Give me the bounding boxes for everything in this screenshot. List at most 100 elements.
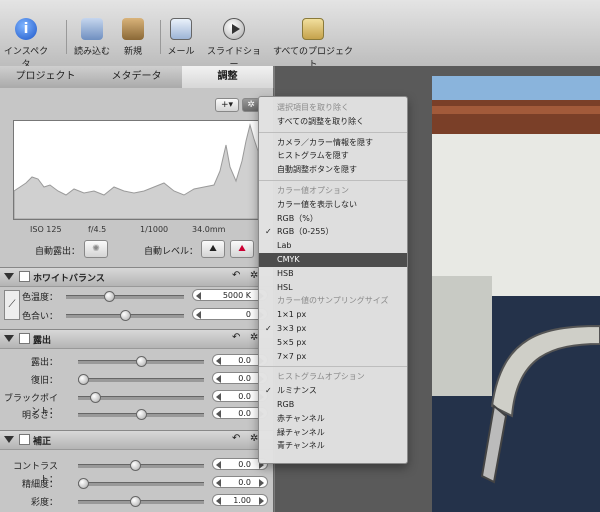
enhance-value-text: 0.0 [238, 460, 251, 469]
disclosure-triangle-icon[interactable] [4, 335, 14, 342]
eyedropper-icon: ⟋ [8, 299, 16, 310]
decrement-arrow-icon[interactable] [216, 461, 221, 469]
white_balance-value-text: 0 [245, 310, 251, 319]
white-balance-title: ホワイトバランス [33, 274, 105, 284]
histogram [13, 120, 259, 220]
white_balance-row-label: 色合い： [22, 312, 59, 322]
exposure-value-text: 0.0 [238, 392, 251, 401]
decrement-arrow-icon[interactable] [196, 311, 201, 319]
menu-item[interactable]: ヒストグラムを隠す [259, 149, 407, 163]
menu-item[interactable]: 緑チャンネル [259, 426, 407, 440]
auto-levels-rgb-button[interactable]: ⛰ [230, 240, 254, 258]
menu-item[interactable]: 赤チャンネル [259, 412, 407, 426]
aperture-icon: ✺ [92, 244, 100, 254]
menu-item: 選択項目を取り除く [259, 101, 407, 115]
new-button[interactable]: 新規 [118, 18, 148, 62]
import-button[interactable]: 読み込む [72, 18, 112, 62]
tab-metadata[interactable]: メタデータ [91, 66, 182, 88]
mail-button[interactable]: メール [166, 18, 196, 62]
exposure-checkbox[interactable] [19, 333, 30, 344]
exposure-slider-knob[interactable] [136, 356, 147, 367]
decrement-arrow-icon[interactable] [216, 375, 221, 383]
enhance-checkbox[interactable] [19, 434, 30, 445]
auto-exposure-button[interactable]: ✺ [84, 240, 108, 258]
disclosure-triangle-icon[interactable] [4, 273, 14, 280]
exposure-row-label: 明るさ： [21, 411, 58, 421]
inspector-button[interactable]: i インスペクタ [0, 18, 52, 70]
white-balance-header[interactable]: ホワイトバランス ↶ ✲ [0, 267, 273, 287]
menu-item[interactable]: カラー値を表示しない [259, 198, 407, 212]
enhance-slider-knob[interactable] [130, 460, 141, 471]
menu-item[interactable]: すべての調整を取り除く [259, 115, 407, 129]
decrement-arrow-icon[interactable] [216, 497, 221, 505]
menu-item[interactable]: RGB [259, 398, 407, 412]
menu-item[interactable]: 1×1 px [259, 308, 407, 322]
menu-item-label: ヒストグラムを隠す [277, 151, 349, 161]
enhance-value-field[interactable]: 0.0 [212, 476, 268, 488]
eyedropper-button[interactable]: ⟋ [4, 290, 20, 320]
menu-item-label: すべての調整を取り除く [277, 116, 365, 126]
disclosure-triangle-icon[interactable] [4, 436, 14, 443]
all-projects-button[interactable]: すべてのプロジェクト [270, 18, 356, 70]
decrement-arrow-icon[interactable] [216, 410, 221, 418]
decrement-arrow-icon[interactable] [216, 479, 221, 487]
enhance-value-field[interactable]: 1.00 [212, 494, 268, 506]
menu-item[interactable]: ✓ ルミナンス [259, 384, 407, 398]
enhance-slider-knob[interactable] [130, 496, 141, 507]
menu-item[interactable]: 自動調整ボタンを隠す [259, 163, 407, 177]
menu-item[interactable]: 青チャンネル [259, 439, 407, 453]
auto-levels-luminance-button[interactable]: ⛰ [201, 240, 225, 258]
menu-item-label: RGB（%） [277, 213, 318, 223]
exif-shutter: 1/1000 [140, 225, 169, 234]
exposure-slider-knob[interactable] [78, 374, 89, 385]
photo-preview[interactable] [432, 76, 600, 512]
reset-icon[interactable]: ↶ [232, 270, 240, 281]
menu-item[interactable]: 5×5 px [259, 336, 407, 350]
menu-item-label: 青チャンネル [277, 441, 325, 451]
menu-item[interactable]: ✓ RGB（0-255） [259, 225, 407, 239]
increment-arrow-icon[interactable] [259, 479, 264, 487]
menu-item[interactable]: 7×7 px [259, 350, 407, 364]
menu-item-label: CMYK [277, 255, 300, 264]
enhance-slider[interactable] [78, 464, 204, 468]
white_balance-slider[interactable] [66, 295, 184, 299]
exposure-title: 露出 [33, 336, 52, 346]
decrement-arrow-icon[interactable] [216, 393, 221, 401]
toolbar: i インスペクタ 読み込む 新規 メール スライドショー すべてのプロジェクト [0, 0, 600, 70]
white-balance-checkbox[interactable] [19, 271, 30, 282]
exposure-slider-knob[interactable] [90, 392, 101, 403]
white_balance-value-field[interactable]: 0 [192, 308, 268, 320]
slideshow-button[interactable]: スライドショー [204, 18, 264, 70]
add-adjustment-button[interactable]: +▾ [215, 98, 239, 112]
menu-item[interactable]: Lab [259, 239, 407, 253]
enhance-slider[interactable] [78, 482, 204, 486]
decrement-arrow-icon[interactable] [196, 292, 201, 300]
menu-item[interactable]: HSB [259, 267, 407, 281]
menu-item[interactable]: CMYK [259, 253, 407, 267]
exposure-slider-knob[interactable] [136, 409, 147, 420]
menu-item[interactable]: HSL [259, 281, 407, 295]
reset-icon[interactable]: ↶ [232, 433, 240, 444]
new-album-icon [122, 18, 144, 40]
menu-item-label: カラー値オプション [277, 186, 349, 195]
menu-item[interactable]: カメラ／カラー情報を隠す [259, 136, 407, 150]
exposure-slider[interactable] [78, 378, 204, 382]
enhance-row-label: 精細度： [21, 480, 58, 490]
menu-item-label: 7×7 px [277, 351, 307, 361]
white_balance-value-field[interactable]: 5000 K [192, 289, 268, 301]
tab-adjustments[interactable]: 調整 [182, 66, 273, 88]
menu-item[interactable]: RGB（%） [259, 212, 407, 226]
white_balance-slider-knob[interactable] [120, 310, 131, 321]
tab-project[interactable]: プロジェクト [0, 66, 91, 88]
menu-separator [259, 366, 407, 368]
exposure-header[interactable]: 露出 ↶ ✲ [0, 329, 273, 349]
reset-icon[interactable]: ↶ [232, 332, 240, 343]
enhance-header[interactable]: 補正 ↶ ✲ [0, 430, 273, 450]
enhance-slider[interactable] [78, 500, 204, 504]
decrement-arrow-icon[interactable] [216, 357, 221, 365]
enhance-slider-knob[interactable] [78, 478, 89, 489]
menu-item-label: 緑チャンネル [277, 427, 325, 437]
white_balance-slider-knob[interactable] [104, 291, 115, 302]
increment-arrow-icon[interactable] [259, 497, 264, 505]
menu-item[interactable]: ✓ 3×3 px [259, 322, 407, 336]
